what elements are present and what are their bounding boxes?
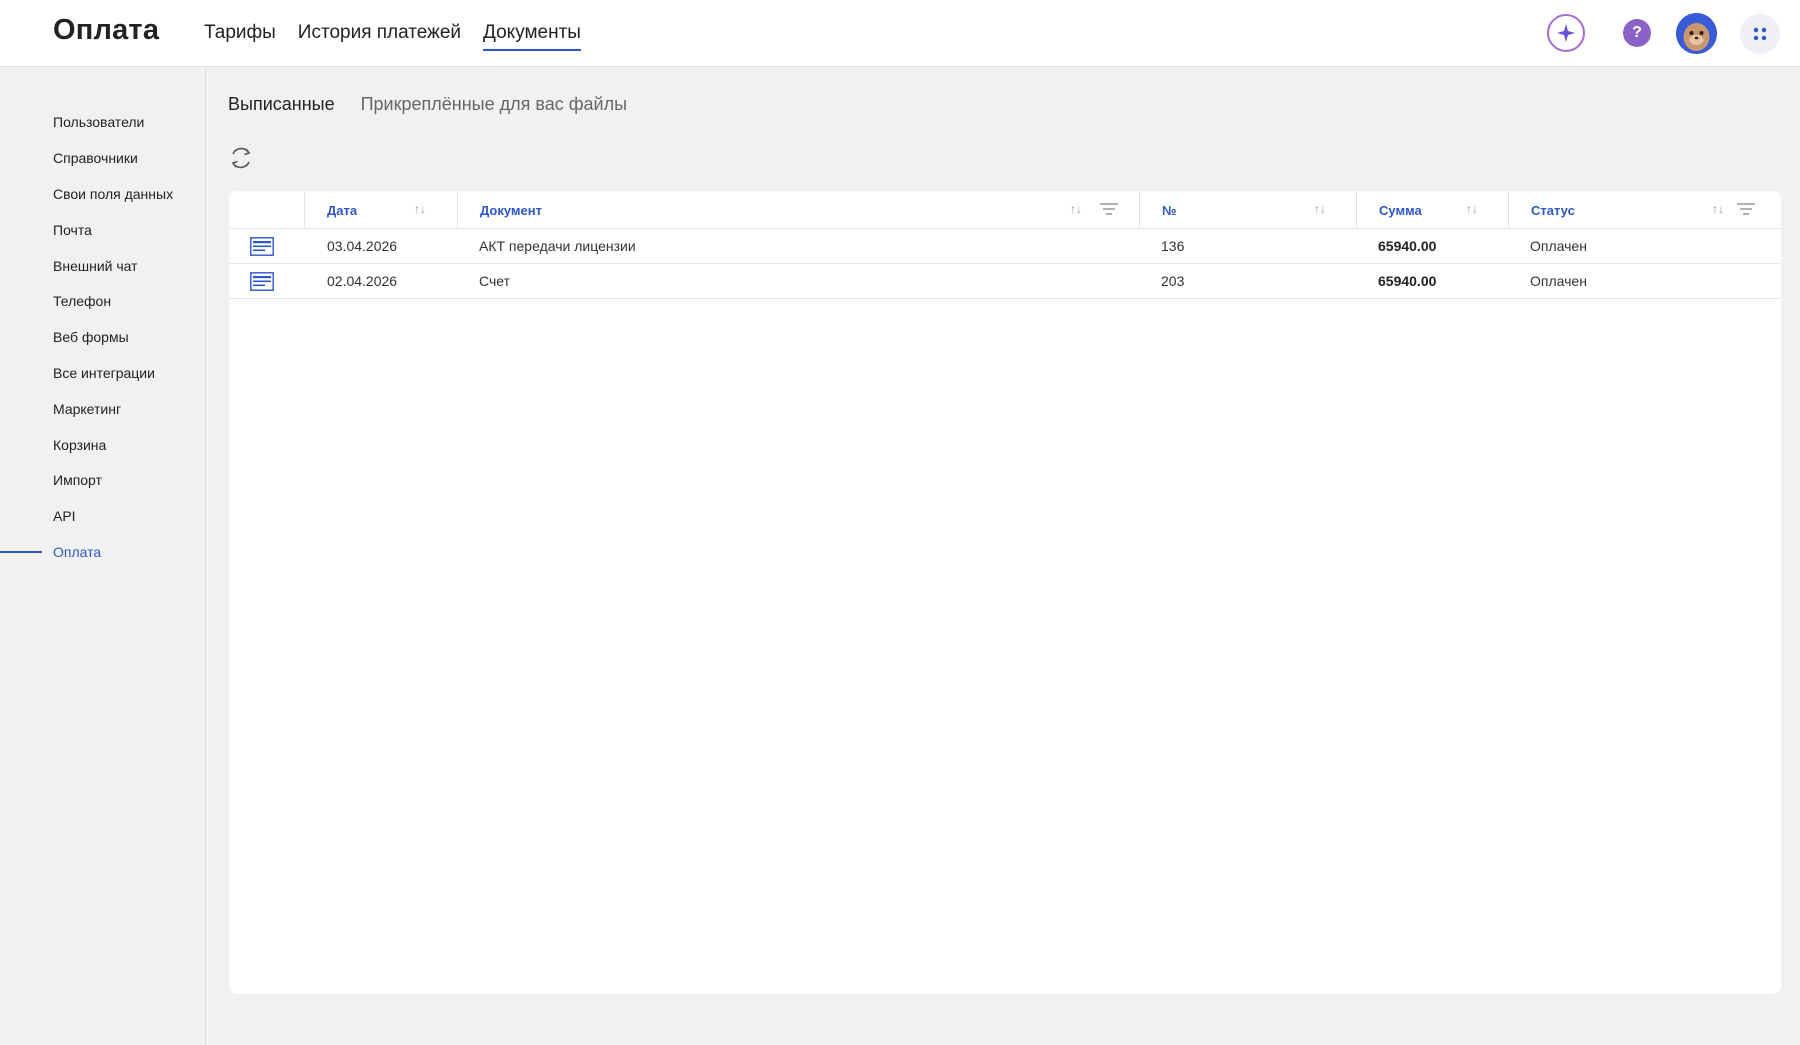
sidebar-item-users[interactable]: Пользователи [53,114,144,130]
subtab-issued[interactable]: Выписанные [228,94,335,115]
top-header: Оплата Тарифы История платежей Документы… [0,0,1800,67]
column-document-label: Документ [480,202,542,218]
sort-arrows-icon[interactable]: ↑↓ [1070,202,1082,216]
sidebar-item-mail[interactable]: Почта [53,222,92,238]
avatar[interactable] [1676,13,1717,54]
sort-arrows-icon[interactable]: ↑↓ [1466,202,1478,216]
grid-dots-icon[interactable] [1740,14,1780,54]
document-icon[interactable] [250,237,274,256]
top-tabs: Тарифы История платежей Документы [204,22,603,51]
tab-tariffs[interactable]: Тарифы [204,22,276,51]
sparkle-icon[interactable] [1547,14,1585,52]
column-amount-label: Сумма [1379,202,1422,218]
cell-document[interactable]: АКТ передачи лицензии [479,229,636,263]
filter-icon[interactable] [1100,202,1118,216]
cell-number: 136 [1161,238,1185,254]
column-number[interactable]: № ↑↓ [1139,191,1356,229]
page-title: Оплата [53,14,160,46]
sidebar-item-trash[interactable]: Корзина [53,437,106,453]
sidebar-item-payment[interactable]: Оплата [53,544,101,560]
sidebar-active-marker [0,551,42,553]
column-document[interactable]: Документ ↑↓ [457,191,1139,229]
column-amount[interactable]: Сумма ↑↓ [1356,191,1508,229]
table-row[interactable]: 02.04.2026 Счет 203 65940.00 Оплачен [229,264,1781,299]
help-glyph: ? [1632,24,1642,41]
subtab-attached-files[interactable]: Прикреплённые для вас файлы [361,94,627,115]
question-icon[interactable]: ? [1623,19,1651,47]
sort-arrows-icon[interactable]: ↑↓ [414,202,426,216]
column-status-label: Статус [1531,202,1575,218]
cell-amount: 65940.00 [1378,238,1437,254]
column-date-label: Дата [327,202,358,218]
sort-arrows-icon[interactable]: ↑↓ [1712,202,1724,216]
sidebar-item-custom-fields[interactable]: Свои поля данных [53,186,173,202]
sidebar-item-phone[interactable]: Телефон [53,293,111,309]
table-header: Дата ↑↓ Документ ↑↓ № ↑↓ Сумма ↑↓ Статус… [229,191,1781,229]
column-number-label: № [1162,202,1177,218]
refresh-icon[interactable] [228,145,254,171]
column-status[interactable]: Статус ↑↓ [1508,191,1781,229]
sidebar-item-directories[interactable]: Справочники [53,150,138,166]
filter-icon[interactable] [1737,202,1755,216]
sidebar-item-web-forms[interactable]: Веб формы [53,329,129,345]
cell-date: 02.04.2026 [327,273,398,289]
sidebar-item-import[interactable]: Импорт [53,472,102,488]
cell-status: Оплачен [1530,238,1587,254]
table-row[interactable]: 03.04.2026 АКТ передачи лицензии 136 659… [229,229,1781,264]
sidebar-item-external-chat[interactable]: Внешний чат [53,258,138,274]
sidebar-item-marketing[interactable]: Маркетинг [53,401,121,417]
cell-number: 203 [1161,273,1185,289]
cell-amount: 65940.00 [1378,273,1437,289]
cell-date: 03.04.2026 [327,238,398,254]
sidebar-item-api[interactable]: API [53,508,76,524]
sidebar-item-integrations[interactable]: Все интеграции [53,365,155,381]
tab-payment-history[interactable]: История платежей [298,22,461,51]
document-subtabs: Выписанные Прикреплённые для вас файлы [228,94,653,115]
documents-table: Дата ↑↓ Документ ↑↓ № ↑↓ Сумма ↑↓ Статус… [229,191,1781,994]
column-date[interactable]: Дата ↑↓ [304,191,457,229]
cell-document[interactable]: Счет [479,264,510,298]
sidebar: Пользователи Справочники Свои поля данны… [0,68,206,1045]
cell-status: Оплачен [1530,273,1587,289]
tab-documents[interactable]: Документы [483,22,581,51]
sort-arrows-icon[interactable]: ↑↓ [1314,202,1326,216]
document-icon[interactable] [250,272,274,291]
